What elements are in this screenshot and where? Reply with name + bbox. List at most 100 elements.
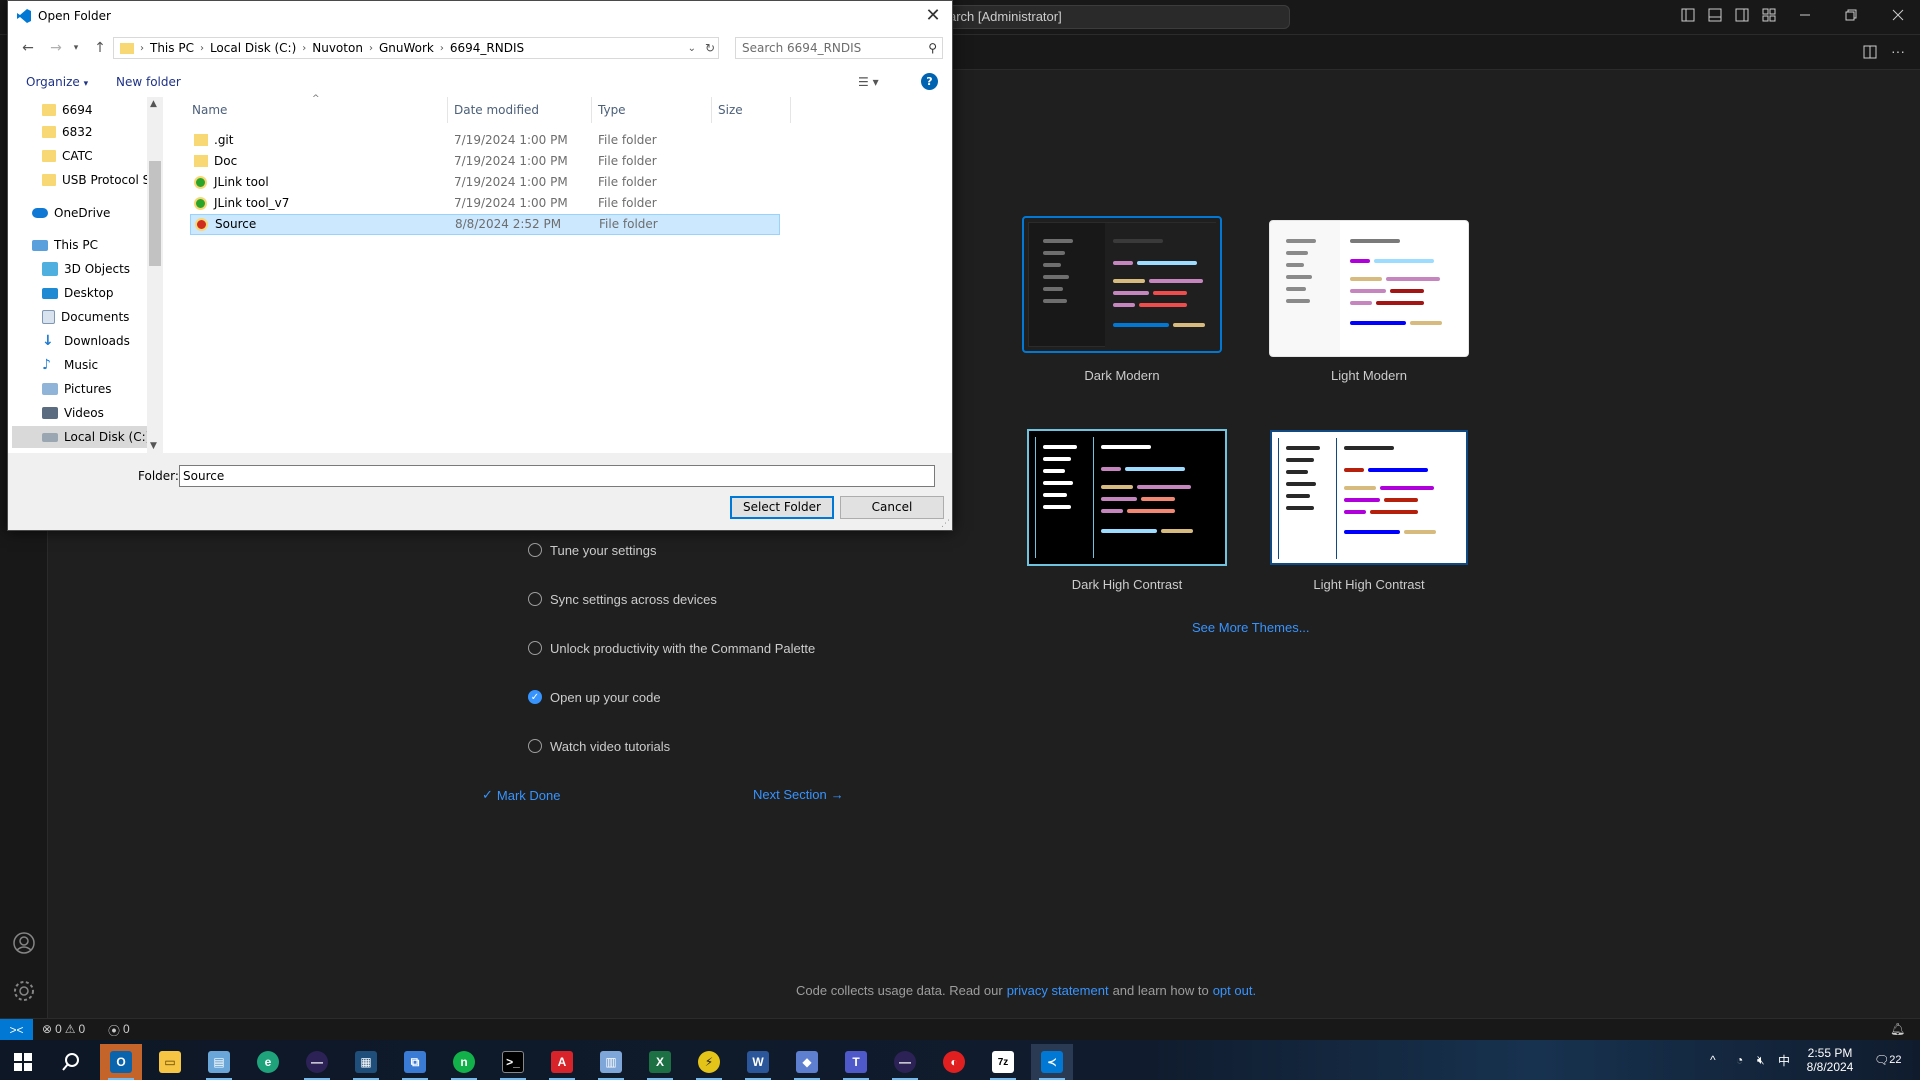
minimize-icon[interactable] — [1797, 8, 1813, 24]
taskbar-edge[interactable]: e — [247, 1044, 289, 1080]
customize-layout-icon[interactable] — [1761, 8, 1777, 24]
file-row[interactable]: JLink tool 7/19/2024 1:00 PM File folder — [188, 172, 778, 193]
ime-indicator[interactable]: 中 — [1778, 1040, 1790, 1080]
scroll-up-icon[interactable]: ▲ — [150, 99, 157, 109]
file-row[interactable]: .git 7/19/2024 1:00 PM File folder — [188, 130, 778, 151]
step-sync-settings[interactable]: Sync settings across devices — [528, 588, 717, 610]
show-hidden-icons[interactable]: ^ — [1710, 1040, 1716, 1080]
nav-item-local-disk[interactable]: Local Disk (C:) — [12, 426, 150, 448]
breadcrumb-nuvoton[interactable]: Nuvoton — [308, 41, 367, 55]
nav-item-pictures[interactable]: Pictures — [42, 378, 112, 400]
folder-name-input[interactable]: Source — [179, 465, 935, 487]
network-tray-icon[interactable]: ◔ — [1736, 1040, 1743, 1080]
taskbar-acrobat[interactable]: A — [541, 1044, 583, 1080]
address-bar[interactable]: › This PC › Local Disk (C:) › Nuvoton › … — [113, 37, 719, 59]
nav-item-6832[interactable]: 6832 — [42, 121, 93, 143]
see-more-themes-link[interactable]: See More Themes... — [1192, 620, 1310, 635]
nav-scrollbar[interactable]: ▲ ▼ — [147, 97, 163, 453]
column-divider[interactable] — [591, 97, 592, 123]
taskbar-app[interactable]: n — [443, 1044, 485, 1080]
breadcrumb-6694-rndis[interactable]: 6694_RNDIS — [446, 41, 528, 55]
breadcrumb-this-pc[interactable]: This PC — [146, 41, 198, 55]
step-video-tutorials[interactable]: Watch video tutorials — [528, 735, 670, 757]
taskbar-terminal[interactable]: >_ — [492, 1044, 534, 1080]
taskbar-app[interactable]: ◐ — [933, 1044, 975, 1080]
taskbar-app[interactable]: ▦ — [345, 1044, 387, 1080]
nav-item-6694[interactable]: 6694 — [42, 99, 93, 121]
nav-item-desktop[interactable]: Desktop — [42, 282, 114, 304]
taskbar-vscode[interactable]: ≺ — [1031, 1044, 1073, 1080]
toggle-secondary-sidebar-icon[interactable] — [1734, 8, 1750, 24]
nav-item-usb-protocol[interactable]: USB Protocol Su — [42, 169, 158, 191]
column-divider[interactable] — [447, 97, 448, 123]
mark-done-link[interactable]: ✓ Mark Done — [482, 787, 560, 803]
taskbar-eclipse[interactable]: — — [296, 1044, 338, 1080]
column-header-type[interactable]: Type — [598, 103, 626, 117]
nav-item-downloads[interactable]: ↓ Downloads — [42, 330, 130, 352]
next-section-link[interactable]: Next Section → — [753, 787, 844, 802]
step-tune-settings[interactable]: Tune your settings — [528, 539, 656, 561]
taskbar-file-explorer[interactable]: ▭ — [149, 1044, 191, 1080]
restore-icon[interactable] — [1843, 8, 1859, 24]
taskbar-teams[interactable]: T — [835, 1044, 877, 1080]
cancel-button[interactable]: Cancel — [840, 496, 944, 519]
close-window-icon[interactable] — [1890, 8, 1906, 24]
remote-indicator[interactable]: >< — [0, 1019, 33, 1041]
notifications-bell-icon[interactable]: 🔔︎ — [1890, 1022, 1905, 1036]
taskbar-outlook[interactable]: O — [100, 1044, 142, 1080]
refresh-icon[interactable]: ↻ — [705, 41, 715, 55]
opt-out-link[interactable]: opt out. — [1213, 983, 1256, 998]
toggle-primary-sidebar-icon[interactable] — [1680, 8, 1696, 24]
step-command-palette[interactable]: Unlock productivity with the Command Pal… — [528, 637, 815, 659]
theme-dark-high-contrast[interactable] — [1027, 429, 1227, 566]
back-arrow-icon[interactable]: ← — [18, 38, 38, 58]
column-header-size[interactable]: Size — [718, 103, 743, 117]
taskbar-app[interactable]: ⧉ — [394, 1044, 436, 1080]
nav-item-documents[interactable]: Documents — [42, 306, 129, 328]
theme-light-modern[interactable] — [1269, 220, 1469, 357]
view-options-icon[interactable]: ☰ ▾ — [858, 75, 879, 89]
help-icon[interactable]: ? — [921, 73, 938, 90]
volume-muted-icon[interactable]: 🔇︎ — [1757, 1040, 1765, 1080]
taskbar-word[interactable]: W — [737, 1044, 779, 1080]
select-folder-button[interactable]: Select Folder — [730, 496, 834, 519]
taskbar-7zip[interactable]: 7z — [982, 1044, 1024, 1080]
nav-item-onedrive[interactable]: OneDrive — [32, 202, 110, 224]
manage-gear-icon[interactable] — [12, 979, 36, 1003]
command-center-search[interactable]: arch [Administrator] — [944, 5, 1290, 29]
ports-indicator[interactable]: ⦿ 0 — [108, 1022, 130, 1039]
problems-indicator[interactable]: ⊗ 0 ⚠ 0 — [42, 1022, 85, 1036]
up-arrow-icon[interactable]: ↑ — [90, 38, 110, 58]
file-row[interactable]: JLink tool_v7 7/19/2024 1:00 PM File fol… — [188, 193, 778, 214]
start-button[interactable] — [2, 1044, 44, 1080]
nav-item-catc[interactable]: CATC — [42, 145, 93, 167]
column-header-date[interactable]: Date modified — [454, 103, 539, 117]
accounts-icon[interactable] — [12, 931, 36, 955]
breadcrumb-local-disk[interactable]: Local Disk (C:) — [206, 41, 300, 55]
nav-item-videos[interactable]: Videos — [42, 402, 104, 424]
nav-item-music[interactable]: ♪ Music — [42, 354, 98, 376]
taskbar-app[interactable]: ⚡ — [688, 1044, 730, 1080]
theme-dark-modern[interactable] — [1022, 216, 1222, 353]
privacy-statement-link[interactable]: privacy statement — [1007, 983, 1109, 998]
column-header-name[interactable]: Name — [192, 103, 227, 117]
taskbar-app[interactable]: ▤ — [198, 1044, 240, 1080]
taskbar-app[interactable]: ▥ — [590, 1044, 632, 1080]
scroll-down-icon[interactable]: ▼ — [150, 441, 157, 451]
file-row-selected[interactable]: Source 8/8/2024 2:52 PM File folder — [190, 214, 780, 235]
clock[interactable]: 2:55 PM 8/8/2024 — [1802, 1040, 1858, 1080]
address-dropdown-chevron-icon[interactable]: ⌄ — [688, 43, 696, 54]
split-editor-icon[interactable] — [1862, 45, 1878, 61]
new-folder-button[interactable]: New folder — [116, 75, 181, 89]
recent-locations-chevron-icon[interactable]: ▾ — [66, 38, 86, 58]
forward-arrow-icon[interactable]: → — [46, 38, 66, 58]
more-actions-icon[interactable]: ··· — [1890, 43, 1906, 59]
nav-scrollbar-thumb[interactable] — [149, 161, 161, 266]
file-row[interactable]: Doc 7/19/2024 1:00 PM File folder — [188, 151, 778, 172]
notification-center-button[interactable]: 🗨︎ 22 — [1874, 1040, 1901, 1080]
close-icon[interactable]: ✕ — [920, 3, 946, 29]
step-open-code[interactable]: ✓ Open up your code — [528, 686, 661, 708]
breadcrumb-gnuwork[interactable]: GnuWork — [375, 41, 438, 55]
search-input[interactable]: Search 6694_RNDIS ⚲ — [735, 37, 943, 59]
nav-item-3d-objects[interactable]: 3D Objects — [42, 258, 130, 280]
